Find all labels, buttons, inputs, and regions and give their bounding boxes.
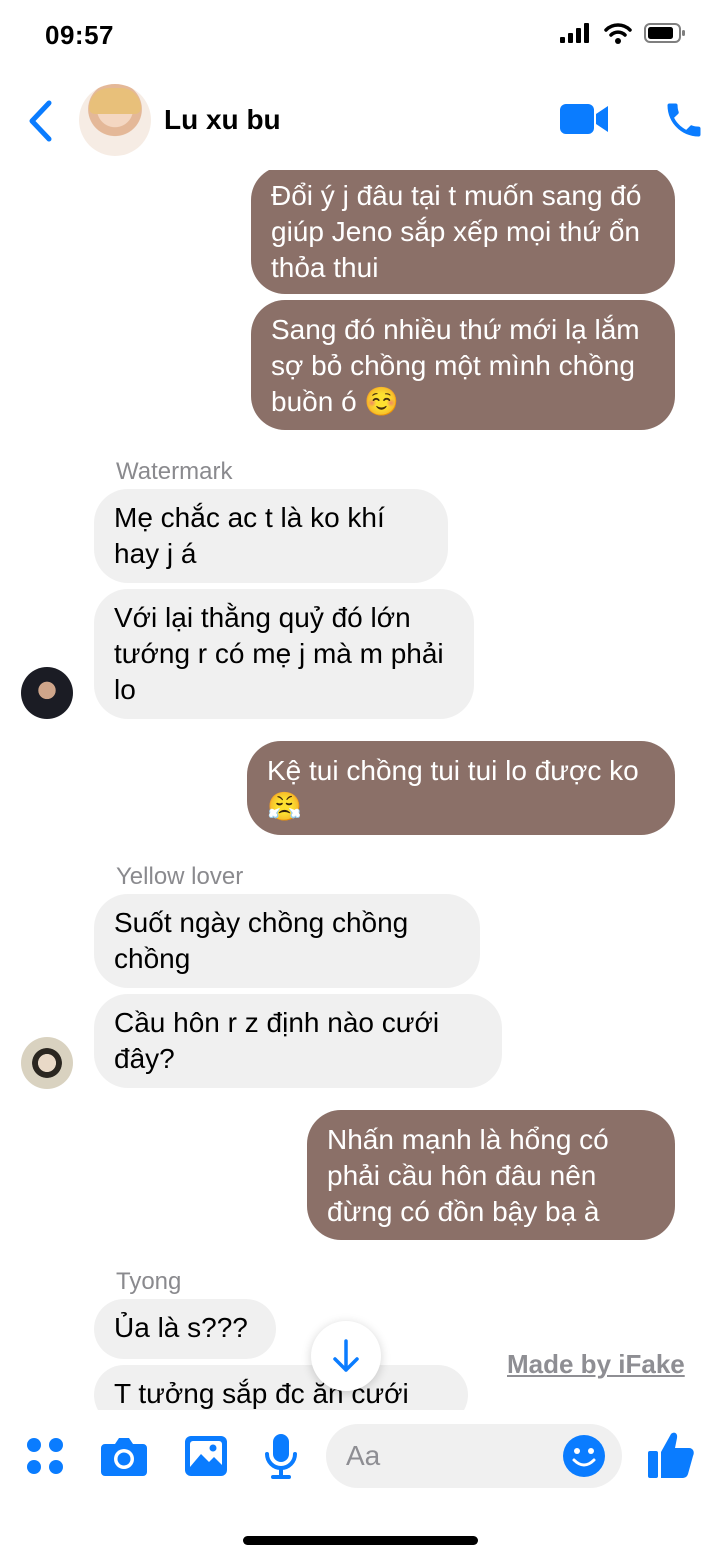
- chevron-left-icon: [29, 100, 52, 142]
- sender-name: Tyong: [116, 1268, 182, 1295]
- back-button[interactable]: [22, 98, 58, 144]
- message-bubble-outgoing[interactable]: Đổi ý j đâu tại t muốn sang đó giúp Jeno…: [251, 170, 675, 294]
- message-bubble-outgoing[interactable]: Nhấn mạnh là hổng có phải cầu hôn đâu nê…: [307, 1110, 675, 1240]
- voice-record-button[interactable]: [258, 1433, 304, 1479]
- scroll-to-bottom-button[interactable]: [311, 1321, 381, 1391]
- sender-name: Watermark: [116, 458, 233, 485]
- contact-name[interactable]: Lu xu bu: [164, 104, 281, 136]
- arrow-down-icon: [333, 1339, 359, 1372]
- four-dots-icon: [27, 1438, 63, 1474]
- contact-avatar[interactable]: [79, 84, 151, 156]
- watermark-link[interactable]: Made by iFake: [507, 1349, 685, 1380]
- message-list[interactable]: Đổi ý j đâu tại t muốn sang đó giúp Jeno…: [0, 170, 720, 1410]
- message-input-wrapper: [326, 1424, 622, 1488]
- like-button[interactable]: [646, 1429, 696, 1481]
- composer-bar: [0, 1410, 720, 1560]
- sender-name: Yellow lover: [116, 863, 244, 890]
- camera-icon: [101, 1438, 147, 1476]
- message-bubble-incoming[interactable]: Ủa là s???: [94, 1299, 276, 1359]
- microphone-icon: [265, 1434, 297, 1479]
- status-bar: 09:57: [0, 0, 720, 70]
- message-bubble-outgoing[interactable]: Kệ tui chồng tui tui lo được ko 😤: [247, 741, 675, 835]
- more-apps-button[interactable]: [22, 1433, 68, 1479]
- image-icon: [185, 1436, 227, 1476]
- sender-avatar[interactable]: [21, 667, 73, 719]
- chat-header: Lu xu bu: [0, 70, 720, 170]
- sender-avatar[interactable]: [21, 1037, 73, 1089]
- message-bubble-outgoing[interactable]: Sang đó nhiều thứ mới lạ lắm sợ bỏ chồng…: [251, 300, 675, 430]
- video-camera-icon: [560, 104, 608, 134]
- smiley-icon: [563, 1435, 605, 1477]
- camera-button[interactable]: [101, 1433, 147, 1479]
- message-bubble-incoming[interactable]: Cầu hôn r z định nào cưới đây?: [94, 994, 502, 1088]
- message-bubble-incoming[interactable]: Mẹ chắc ac t là ko khí hay j á: [94, 489, 448, 583]
- video-call-button[interactable]: [560, 102, 610, 141]
- emoji-button[interactable]: [562, 1434, 606, 1478]
- wifi-icon: [604, 23, 632, 44]
- thumbs-up-icon: [648, 1432, 694, 1478]
- cellular-signal-icon: [560, 23, 589, 43]
- audio-call-button[interactable]: [662, 98, 706, 147]
- message-input[interactable]: [346, 1436, 546, 1476]
- phone-icon: [667, 103, 701, 137]
- message-bubble-incoming[interactable]: Suốt ngày chồng chồng chồng: [94, 894, 480, 988]
- gallery-button[interactable]: [183, 1433, 229, 1479]
- message-bubble-incoming[interactable]: Với lại thằng quỷ đó lớn tướng r có mẹ j…: [94, 589, 474, 719]
- status-icons: [560, 22, 686, 44]
- status-time: 09:57: [45, 20, 114, 50]
- battery-icon: [644, 23, 685, 43]
- message-bubble-incoming[interactable]: T tưởng sắp đc ăn cưới: [94, 1365, 468, 1410]
- home-indicator: [243, 1536, 478, 1545]
